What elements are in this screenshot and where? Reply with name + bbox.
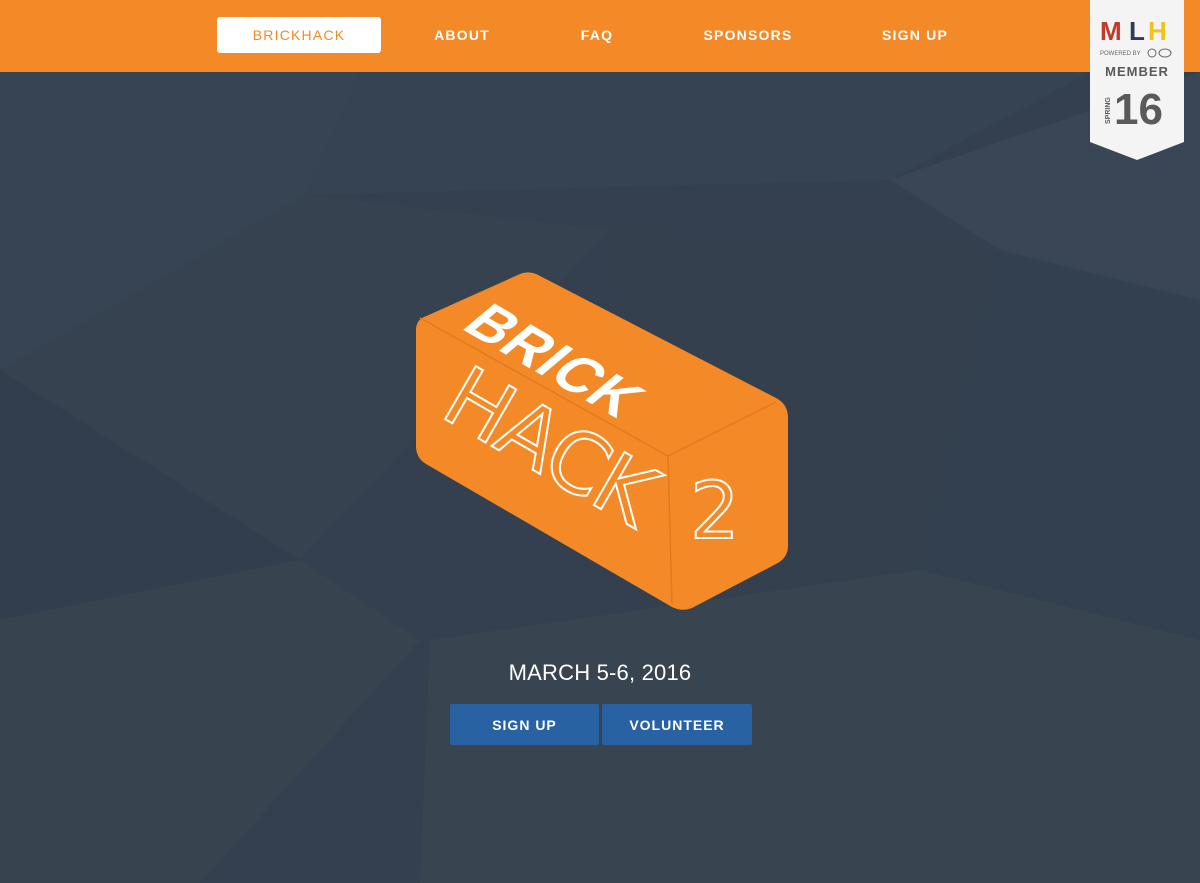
mlh-logo-m: M	[1100, 16, 1122, 46]
nav-faq-link[interactable]: FAQ	[560, 17, 634, 53]
nav-signup-link[interactable]: SIGN UP	[866, 17, 964, 53]
logo-text-number: 2	[690, 467, 740, 557]
mlh-powered-by: POWERED BY	[1100, 51, 1141, 57]
nav-brickhack-button[interactable]: BRICKHACK	[217, 17, 381, 53]
mlh-member-badge[interactable]: M L H POWERED BY MEMBER SPRING 16	[1090, 0, 1184, 160]
mlh-year-text: 16	[1114, 85, 1163, 134]
mlh-logo-l: L	[1129, 16, 1145, 46]
signup-button[interactable]: SIGN UP	[450, 704, 599, 745]
volunteer-button[interactable]: VOLUNTEER	[602, 704, 752, 745]
brickhack-brick-logo: BRICK HACK 2	[416, 272, 788, 610]
mlh-season-text: SPRING	[1105, 97, 1112, 124]
mlh-member-text: MEMBER	[1105, 64, 1169, 79]
event-date: MARCH 5-6, 2016	[508, 660, 692, 685]
mlh-logo-h: H	[1148, 16, 1167, 46]
nav-sponsors-link[interactable]: SPONSORS	[690, 17, 806, 53]
top-navbar: BRICKHACK ABOUT FAQ SPONSORS SIGN UP	[0, 0, 1200, 72]
nav-about-link[interactable]: ABOUT	[412, 17, 512, 53]
